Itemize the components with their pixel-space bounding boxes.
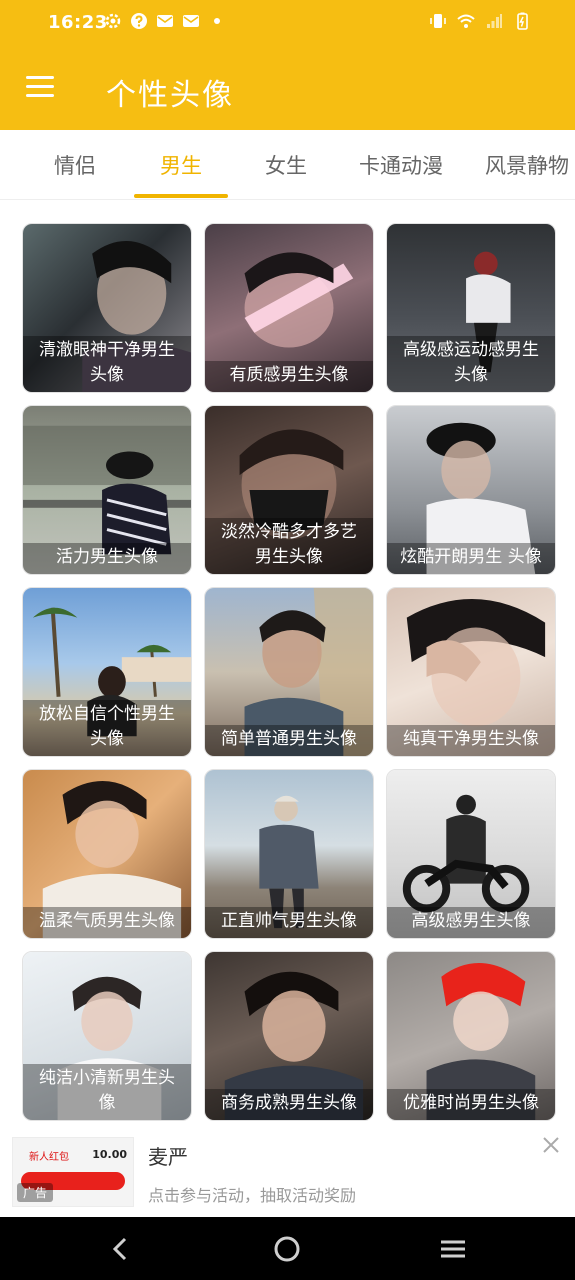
avatar-card[interactable]: 纯洁小清新男生头像: [22, 951, 192, 1121]
back-icon[interactable]: [106, 1234, 136, 1264]
avatar-caption: 简单普通男生头像: [205, 725, 373, 756]
status-time: 16:23: [48, 12, 108, 33]
mail-icon: [157, 15, 173, 27]
avatar-caption: 清澈眼神干净男生头像: [23, 336, 191, 392]
avatar-card[interactable]: 纯真干净男生头像: [386, 587, 556, 757]
recents-icon[interactable]: [438, 1234, 468, 1264]
close-icon[interactable]: [539, 1133, 563, 1157]
system-nav-bar: [0, 1217, 575, 1280]
page-title: 个性头像: [106, 78, 234, 113]
ad-title: 麦严: [148, 1145, 188, 1169]
ad-thumb-price: 10.00: [92, 1148, 127, 1161]
avatar-caption: 活力男生头像: [23, 543, 191, 574]
avatar-caption: 放松自信个性男生头像: [23, 700, 191, 756]
avatar-card[interactable]: 商务成熟男生头像: [204, 951, 374, 1121]
avatar-card[interactable]: 清澈眼神干净男生头像: [22, 223, 192, 393]
ad-description: 点击参与活动，抽取活动奖励: [148, 1186, 357, 1205]
avatar-caption: 纯洁小清新男生头像: [23, 1064, 191, 1120]
avatar-caption: 炫酷开朗男生 头像: [387, 543, 555, 574]
avatar-caption: 优雅时尚男生头像: [387, 1089, 555, 1120]
avatar-card[interactable]: 活力男生头像: [22, 405, 192, 575]
tab-couple[interactable]: 情侣: [54, 150, 96, 180]
dot-icon: [214, 18, 220, 24]
mail-icon: [183, 15, 199, 27]
app-bar: 个性头像: [0, 48, 575, 130]
avatar-caption: 正直帅气男生头像: [205, 907, 373, 938]
avatar-card[interactable]: 有质感男生头像: [204, 223, 374, 393]
home-icon[interactable]: [272, 1234, 302, 1264]
avatar-caption: 有质感男生头像: [205, 361, 373, 392]
tab-scenery[interactable]: 风景静物: [485, 150, 569, 180]
avatar-card[interactable]: 简单普通男生头像: [204, 587, 374, 757]
notification-icons: [104, 12, 226, 30]
help-icon: [131, 13, 147, 29]
tab-female[interactable]: 女生: [265, 150, 307, 180]
ad-thumbnail: 新人红包 10.00 广告: [12, 1137, 134, 1207]
vibrate-icon: [430, 14, 446, 28]
tab-male[interactable]: 男生: [160, 150, 202, 180]
ad-banner[interactable]: 新人红包 10.00 广告 麦严 点击参与活动，抽取活动奖励: [0, 1125, 575, 1217]
ad-thumb-text: 新人红包: [29, 1152, 69, 1163]
category-tabs: 情侣 男生 女生 卡通动漫 风景静物: [0, 130, 575, 200]
avatar-caption: 淡然冷酷多才多艺男生头像: [205, 518, 373, 574]
avatar-caption: 高级感运动感男生头像: [387, 336, 555, 392]
avatar-card[interactable]: 淡然冷酷多才多艺男生头像: [204, 405, 374, 575]
avatar-card[interactable]: 炫酷开朗男生 头像: [386, 405, 556, 575]
avatar-caption: 温柔气质男生头像: [23, 907, 191, 938]
signal-icon: [487, 14, 502, 28]
battery-icon: [517, 12, 528, 30]
status-bar: 16:23: [0, 0, 575, 48]
avatar-caption: 高级感男生头像: [387, 907, 555, 938]
settings-icon: [105, 13, 121, 29]
avatar-card[interactable]: 高级感男生头像: [386, 769, 556, 939]
avatar-card[interactable]: 放松自信个性男生头像: [22, 587, 192, 757]
active-tab-indicator: [134, 194, 228, 198]
wifi-icon: [457, 14, 475, 28]
app-screen: 16:23 个性头像 情侣 男生 女生 卡通动漫 风景静物 清澈眼神干净男生头像…: [0, 0, 575, 1280]
avatar-card[interactable]: 优雅时尚男生头像: [386, 951, 556, 1121]
tab-cartoon[interactable]: 卡通动漫: [359, 150, 443, 180]
hamburger-menu-icon[interactable]: [26, 76, 56, 100]
avatar-card[interactable]: 温柔气质男生头像: [22, 769, 192, 939]
avatar-caption: 商务成熟男生头像: [205, 1089, 373, 1120]
avatar-grid: 清澈眼神干净男生头像 有质感男生头像 高级感运动感男生头像 活力男生头像 淡然冷…: [20, 221, 556, 1121]
system-icons: [429, 12, 531, 30]
avatar-caption: 纯真干净男生头像: [387, 725, 555, 756]
avatar-card[interactable]: 高级感运动感男生头像: [386, 223, 556, 393]
avatar-card[interactable]: 正直帅气男生头像: [204, 769, 374, 939]
ad-label: 广告: [17, 1183, 54, 1202]
